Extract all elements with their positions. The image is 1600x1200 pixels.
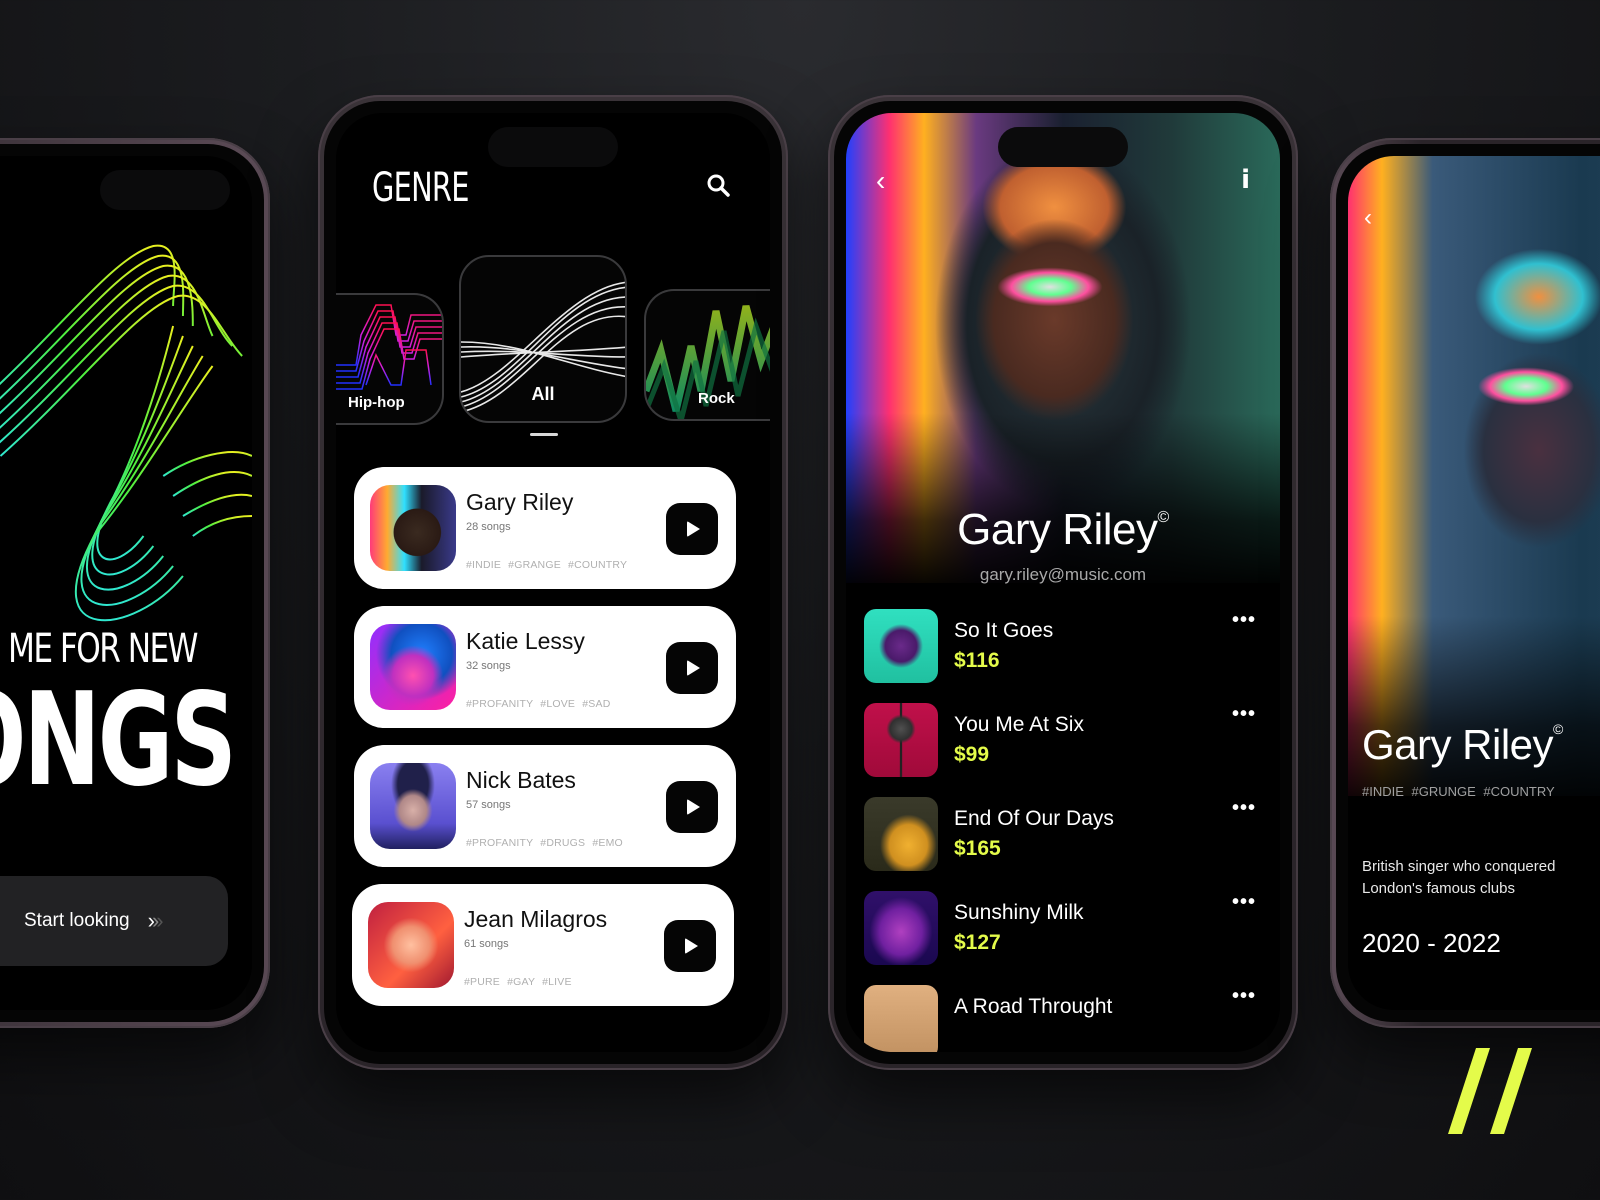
track-title: End Of Our Days [954, 807, 1114, 830]
search-icon [707, 174, 730, 197]
more-options-icon[interactable]: ••• [1232, 609, 1256, 632]
artist-name: Nick Bates [466, 767, 576, 793]
track-title: You Me At Six [954, 713, 1084, 736]
play-button[interactable] [666, 642, 718, 694]
artist-name: Jean Milagros [464, 906, 608, 932]
genre-label: Hip-hop [348, 394, 405, 411]
artist-tags: #INDIE #GRUNGE #COUNTRY [1362, 784, 1555, 799]
start-looking-label: Start looking [24, 910, 130, 931]
track-price: $99 [954, 743, 990, 766]
search-button[interactable] [704, 171, 734, 201]
artist-bio-screen: ‹ Gary Riley© #INDIE #GRUNGE #COUNTRY Br… [1348, 156, 1600, 1010]
back-button[interactable]: ‹ [1364, 204, 1372, 232]
artist-song-count: 57 songs [466, 799, 511, 811]
artist-name-text: Gary Riley [957, 505, 1158, 554]
active-genre-indicator [530, 433, 558, 436]
genre-label: Rock [698, 390, 735, 407]
copyright-mark: © [1157, 509, 1170, 526]
phone-genre: GENRE Hip-hop All Rock Gary Riley 28 son… [318, 95, 788, 1070]
chevron-left-icon: ‹ [1364, 204, 1372, 231]
play-icon [687, 521, 700, 537]
play-button[interactable] [664, 920, 716, 972]
track-cover [864, 797, 938, 871]
artist-card[interactable]: Gary Riley 28 songs #INDIE #GRANGE #COUN… [354, 467, 736, 589]
artist-name-text: Gary Riley [1362, 721, 1554, 768]
artist-avatar [370, 763, 456, 849]
track-price: $165 [954, 837, 1001, 860]
onboarding-screen: ME FOR NEW ONGS Start looking ››› [0, 156, 252, 1010]
track-price: $116 [954, 649, 1000, 672]
dynamic-island [998, 127, 1128, 167]
brand-slash-logo [1448, 1048, 1532, 1134]
artist-name-heading: Gary Riley© [1362, 721, 1563, 769]
phone-onboarding: ME FOR NEW ONGS Start looking ››› [0, 138, 270, 1028]
artist-card[interactable]: Jean Milagros 61 songs #PURE #GAY #LIVE [352, 884, 734, 1006]
track-cover [864, 703, 938, 777]
track-title: A Road Throught [954, 995, 1113, 1018]
more-options-icon[interactable]: ••• [1232, 985, 1256, 1008]
phone-artist-bio: ‹ Gary Riley© #INDIE #GRUNGE #COUNTRY Br… [1330, 138, 1600, 1028]
play-icon [687, 660, 700, 676]
artist-email: gary.riley@music.com [979, 565, 1147, 584]
more-options-icon[interactable]: ••• [1232, 703, 1256, 726]
play-icon [687, 799, 700, 815]
track-row[interactable]: End Of Our Days $165 ••• [864, 797, 1262, 877]
artist-avatar [370, 485, 456, 571]
page-title: GENRE [372, 165, 469, 211]
dynamic-island [100, 170, 231, 210]
more-options-icon[interactable]: ••• [1232, 891, 1256, 914]
artist-song-count: 61 songs [464, 938, 509, 950]
artist-tags: #PURE #GAY #LIVE [464, 976, 572, 988]
genre-tab-rock[interactable]: Rock [644, 289, 770, 421]
info-button[interactable]: i [1241, 165, 1250, 195]
artist-avatar [368, 902, 454, 988]
copyright-mark: © [1553, 721, 1563, 737]
artist-active-years: 2020 - 2022 [1362, 928, 1501, 958]
artist-avatar [370, 624, 456, 710]
artist-card[interactable]: Nick Bates 57 songs #PROFANITY #DRUGS #E… [354, 745, 736, 867]
artist-tags: #INDIE #GRANGE #COUNTRY [466, 559, 628, 571]
play-button[interactable] [666, 781, 718, 833]
artist-song-count: 28 songs [466, 521, 511, 533]
track-row[interactable]: A Road Throught ••• [864, 985, 1262, 1052]
wave-artwork [0, 244, 252, 622]
track-cover [864, 609, 938, 683]
dynamic-island [488, 127, 618, 167]
track-price: $127 [954, 931, 1001, 954]
chevron-left-icon: ‹ [876, 165, 886, 196]
start-looking-button[interactable]: Start looking ››› [0, 876, 228, 966]
artist-card[interactable]: Katie Lessy 32 songs #PROFANITY #LOVE #S… [354, 606, 736, 728]
play-button[interactable] [666, 503, 718, 555]
onboarding-headline-line2: ONGS [0, 666, 237, 815]
track-row[interactable]: Sunshiny Milk $127 ••• [864, 891, 1262, 971]
track-row[interactable]: So It Goes $116 ••• [864, 609, 1262, 689]
back-button[interactable]: ‹ [876, 165, 885, 197]
genre-tab-all[interactable]: All [459, 255, 627, 423]
track-title: So It Goes [954, 619, 1054, 642]
genre-label: All [531, 384, 555, 404]
phone-artist-detail: ‹ i Gary Riley© gary.riley@music.com So … [828, 95, 1298, 1070]
artist-tags: #PROFANITY #DRUGS #EMO [466, 837, 623, 849]
artist-song-count: 32 songs [466, 660, 511, 672]
artist-detail-screen: ‹ i Gary Riley© gary.riley@music.com So … [846, 113, 1280, 1052]
artist-name: Gary Riley [466, 489, 574, 515]
genre-screen: GENRE Hip-hop All Rock Gary Riley 28 son… [336, 113, 770, 1052]
track-cover [864, 891, 938, 965]
genre-tab-hip-hop[interactable]: Hip-hop [336, 293, 444, 425]
play-icon [685, 938, 698, 954]
artist-bio: British singer who conquered London's fa… [1362, 858, 1556, 897]
track-title: Sunshiny Milk [954, 901, 1084, 924]
artist-tags: #PROFANITY #LOVE #SAD [466, 698, 611, 710]
track-row[interactable]: You Me At Six $99 ••• [864, 703, 1262, 783]
artist-name-heading: Gary Riley© [846, 505, 1280, 555]
artist-name: Katie Lessy [466, 628, 585, 654]
track-cover [864, 985, 938, 1052]
triple-chevron-right-icon: ››› [147, 908, 164, 933]
more-options-icon[interactable]: ••• [1232, 797, 1256, 820]
